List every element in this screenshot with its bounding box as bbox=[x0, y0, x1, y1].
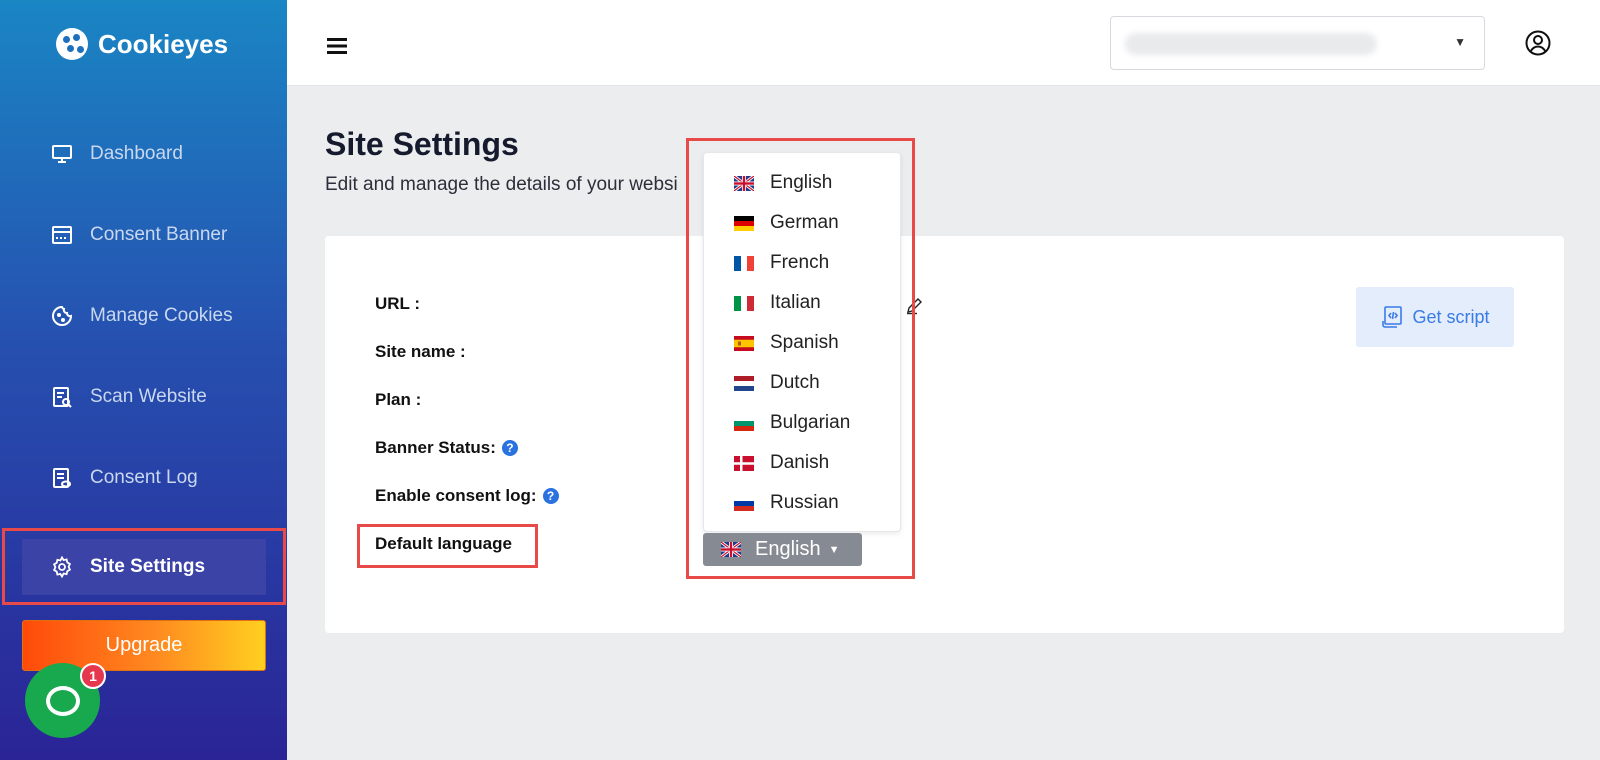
browser-window-icon bbox=[50, 223, 74, 247]
sidebar-item-scan-website[interactable]: Scan Website bbox=[22, 369, 266, 425]
sidebar-item-label: Consent Log bbox=[90, 467, 198, 488]
plan-label: Plan : bbox=[375, 390, 422, 409]
site-selector-dropdown[interactable]: ▼ bbox=[1110, 16, 1485, 70]
sidebar-item-consent-banner[interactable]: Consent Banner bbox=[22, 207, 266, 263]
page-subtitle: Edit and manage the details of your webs… bbox=[325, 174, 678, 195]
scan-list-icon bbox=[50, 385, 74, 409]
cookie-logo-icon bbox=[56, 28, 88, 60]
site-name-label: Site name : bbox=[375, 342, 466, 361]
topbar: ▼ bbox=[287, 0, 1600, 86]
code-script-icon bbox=[1382, 306, 1403, 328]
help-icon[interactable]: ? bbox=[501, 440, 518, 456]
logo[interactable]: Cookieyes bbox=[56, 28, 228, 60]
chat-unread-badge: 1 bbox=[80, 663, 106, 689]
enable-consent-log-label: Enable consent log: ? bbox=[375, 486, 559, 506]
sidebar-item-manage-cookies[interactable]: Manage Cookies bbox=[22, 288, 266, 344]
highlight-box-default-language bbox=[357, 524, 538, 568]
sidebar-item-label: Manage Cookies bbox=[90, 305, 233, 326]
highlight-box-language-dropdown bbox=[686, 138, 915, 579]
site-settings-card: URL : Site name : Plan : Banner Status: … bbox=[325, 236, 1564, 633]
monitor-icon bbox=[50, 142, 74, 166]
page-title: Site Settings bbox=[325, 126, 519, 162]
highlight-box-site-settings bbox=[2, 528, 286, 605]
sidebar-item-label: Scan Website bbox=[90, 386, 207, 407]
get-script-button[interactable]: Get script bbox=[1356, 287, 1514, 347]
user-circle-icon[interactable] bbox=[1525, 30, 1551, 56]
log-eye-icon bbox=[50, 466, 74, 490]
chevron-down-icon: ▼ bbox=[1454, 35, 1466, 49]
sidebar-item-consent-log[interactable]: Consent Log bbox=[22, 450, 266, 506]
banner-status-label: Banner Status: ? bbox=[375, 438, 518, 458]
url-label: URL : bbox=[375, 294, 421, 313]
chat-bubble-icon bbox=[45, 685, 80, 716]
help-icon[interactable]: ? bbox=[542, 488, 559, 504]
sidebar-item-label: Consent Banner bbox=[90, 224, 228, 245]
site-selector-value-redacted bbox=[1125, 33, 1377, 55]
sidebar: Cookieyes Dashboard Consent Banner Manag… bbox=[0, 0, 287, 760]
cookie-icon bbox=[50, 304, 74, 328]
logo-text: Cookieyes bbox=[98, 28, 229, 59]
sidebar-item-label: Dashboard bbox=[90, 143, 183, 164]
hamburger-icon[interactable] bbox=[327, 36, 347, 56]
sidebar-item-dashboard[interactable]: Dashboard bbox=[22, 126, 266, 182]
